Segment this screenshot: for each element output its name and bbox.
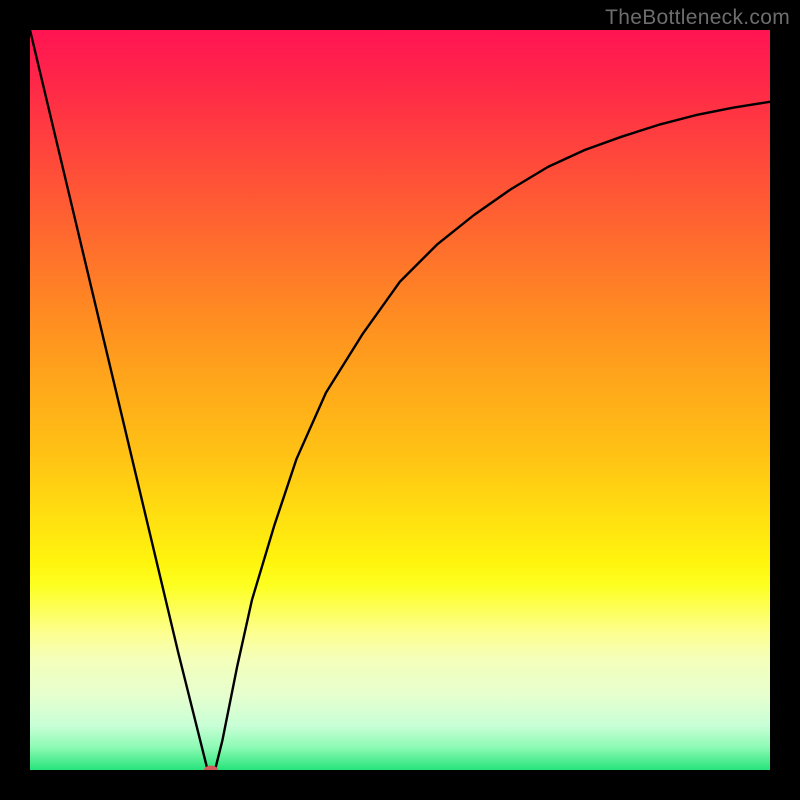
bottleneck-curve (30, 30, 770, 770)
plot-area (30, 30, 770, 770)
watermark-text: TheBottleneck.com (605, 6, 790, 30)
chart-frame: TheBottleneck.com (0, 0, 800, 800)
minimum-marker (204, 766, 218, 771)
curve-layer (30, 30, 770, 770)
